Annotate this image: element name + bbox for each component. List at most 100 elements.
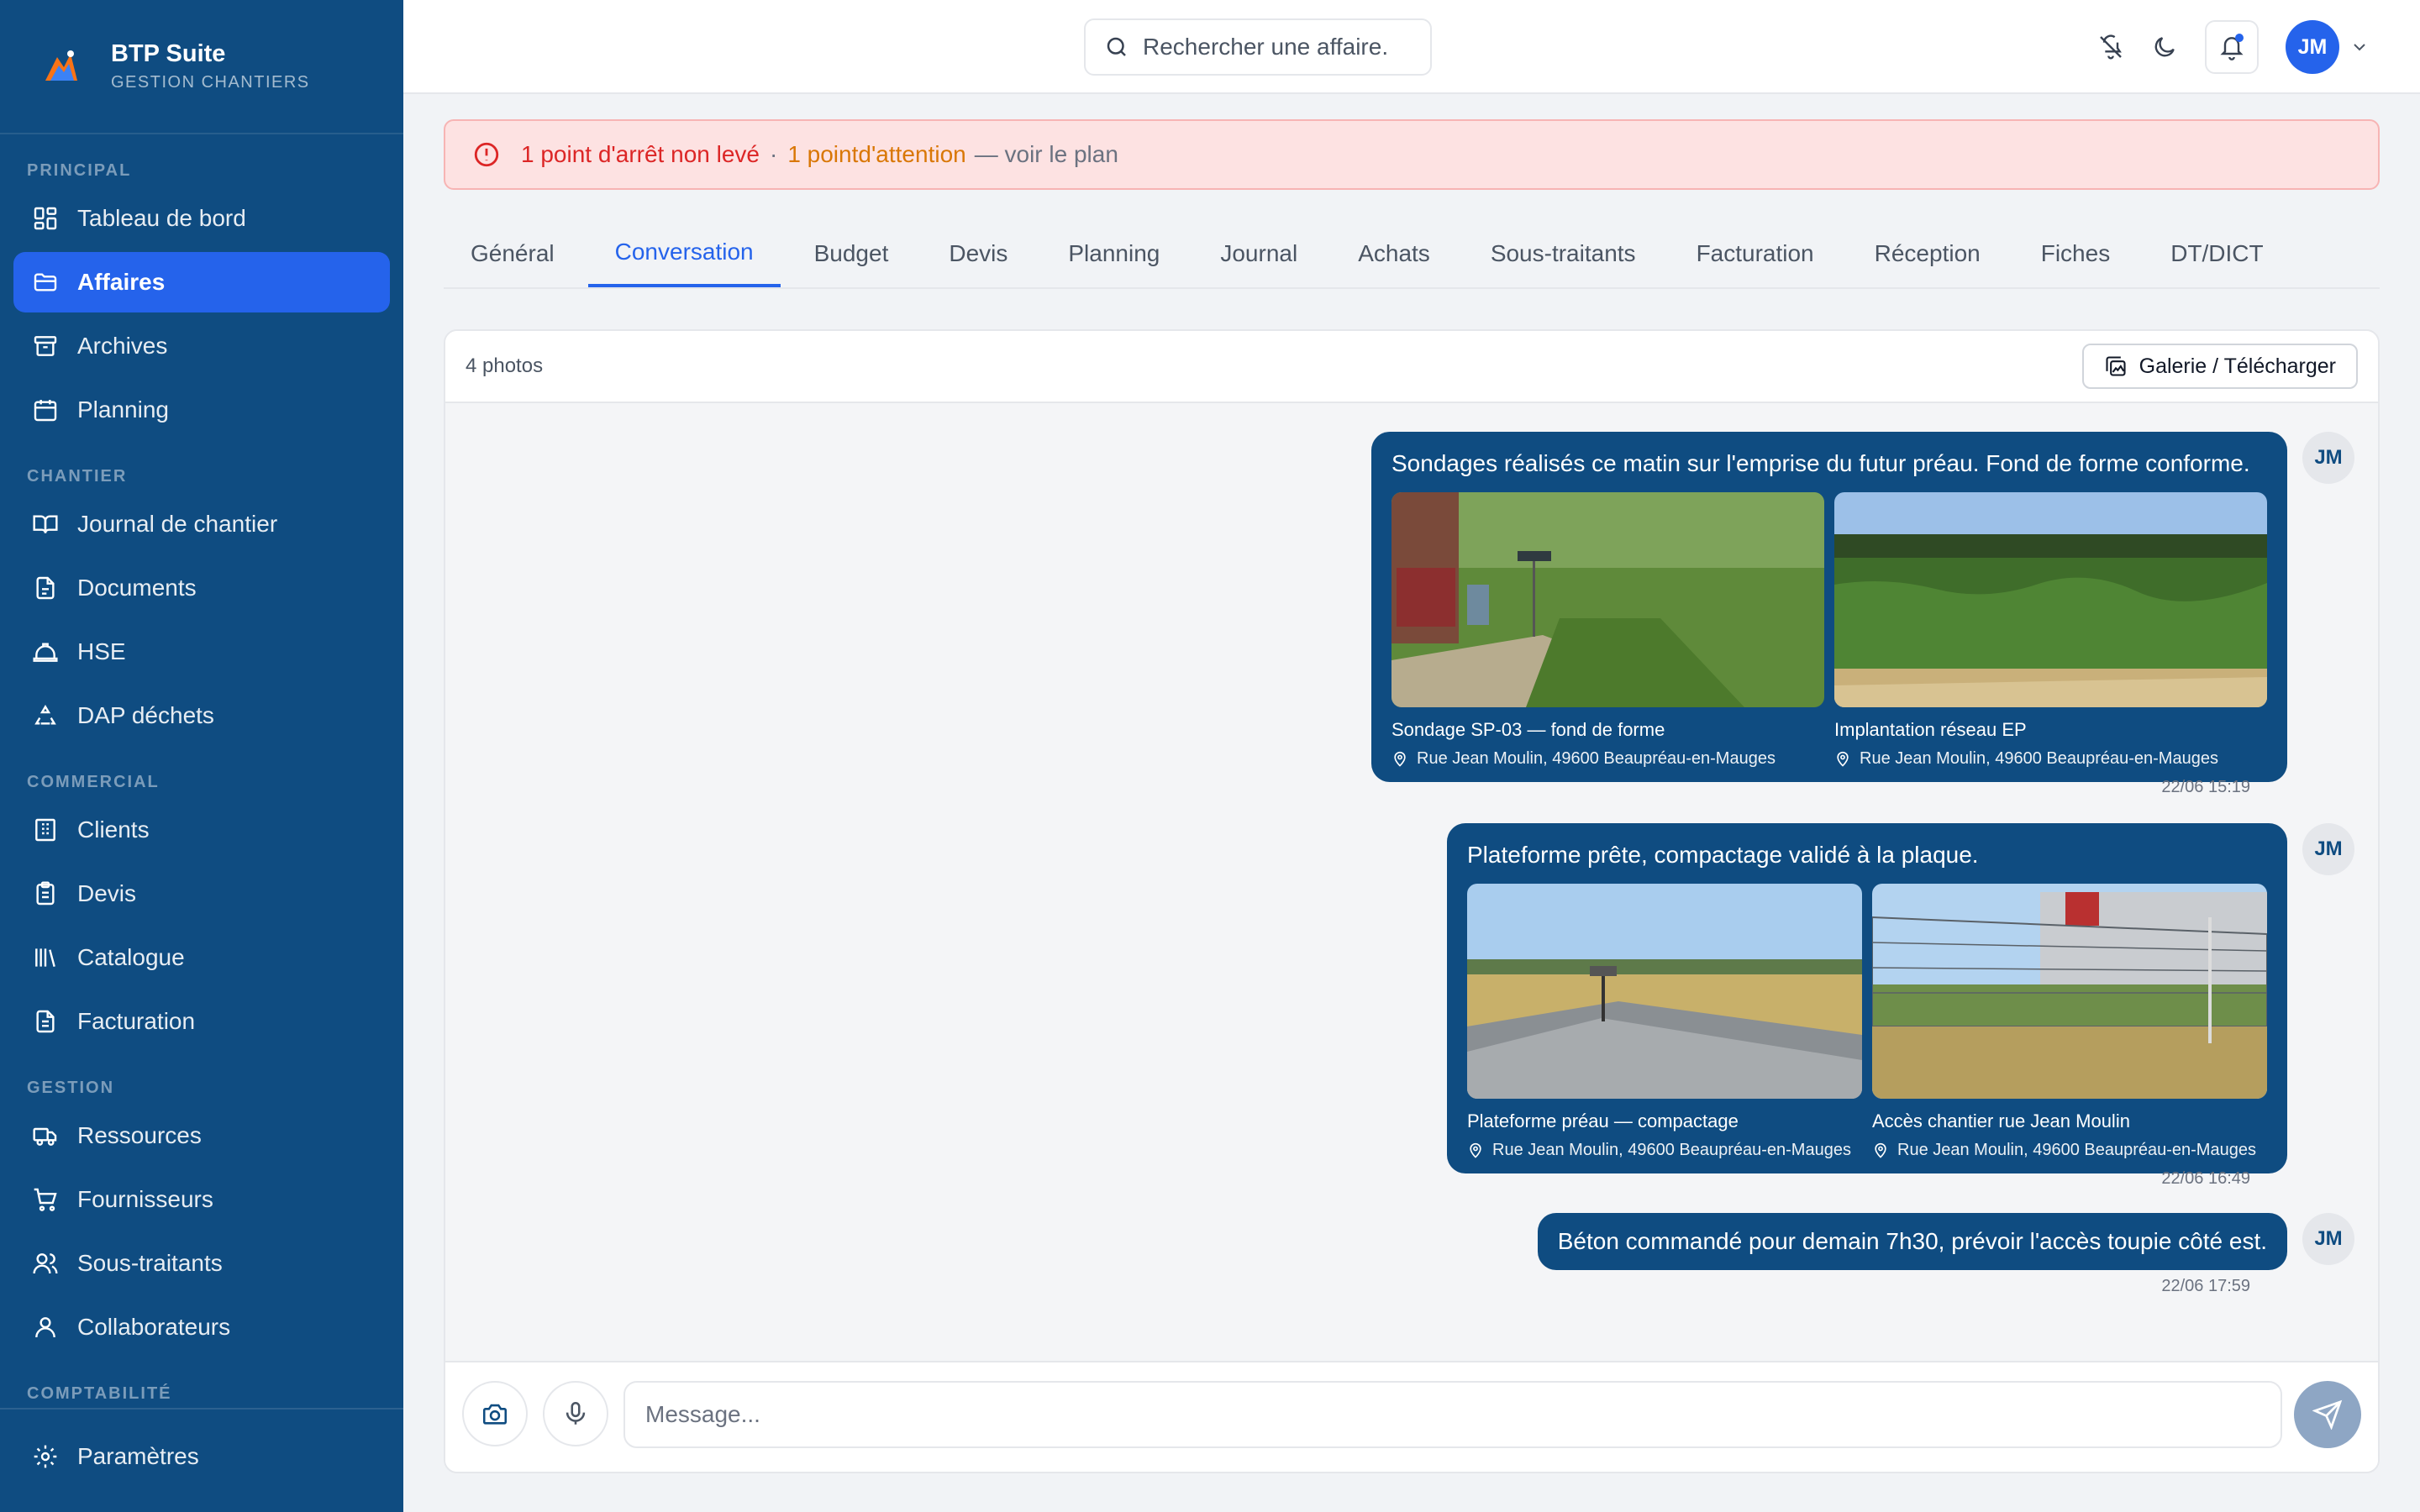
gallery-download-label: Galerie / Télécharger [2139, 354, 2336, 378]
mute-notifications-button[interactable] [2084, 20, 2138, 74]
photo-location-text: Rue Jean Moulin, 49600 Beaupréau-en-Maug… [1417, 749, 1776, 768]
tab-general[interactable]: Général [444, 220, 581, 287]
bell-off-icon [2100, 34, 2122, 60]
photo-card[interactable]: Accès chantier rue Jean Moulin Rue Jean … [1872, 884, 2267, 1160]
microphone-icon [566, 1401, 586, 1425]
photo-card[interactable]: Sondage SP-03 — fond de forme Rue Jean M… [1392, 492, 1824, 769]
nav-section-commercial: COMMERCIAL [27, 773, 160, 791]
dashboard-icon [34, 207, 57, 230]
photo-thumbnail[interactable] [1392, 492, 1824, 707]
sidebar-item-tableau-de-bord[interactable]: Tableau de bord [13, 188, 390, 249]
notifications-button[interactable] [2205, 20, 2259, 74]
gallery-icon [2106, 356, 2126, 376]
photo-caption: Plateforme préau — compactage [1467, 1110, 1739, 1131]
sidebar-item-sous-traitants[interactable]: Sous-traitants [13, 1233, 390, 1294]
photo-location-text: Rue Jean Moulin, 49600 Beaupréau-en-Maug… [1860, 749, 2218, 768]
gear-icon [34, 1445, 57, 1468]
photo-card[interactable]: Plateforme préau — compactage Rue Jean M… [1467, 884, 1862, 1160]
user-avatar[interactable]: JM [2286, 20, 2339, 74]
sidebar-item-affaires[interactable]: Affaires [13, 252, 390, 312]
sidebar-item-clients[interactable]: Clients [13, 800, 390, 860]
camera-button[interactable] [462, 1381, 528, 1446]
archive-icon [34, 336, 57, 356]
chevron-down-icon[interactable] [2349, 37, 2370, 57]
tab-budget[interactable]: Budget [787, 220, 916, 287]
truck-icon [33, 1127, 57, 1146]
conversation-header: 4 photos Galerie / Télécharger [445, 331, 2378, 403]
search-input[interactable] [1143, 34, 1412, 60]
library-icon [35, 948, 55, 967]
tab-reception[interactable]: Réception [1848, 220, 2007, 287]
photo-thumbnail[interactable] [1467, 884, 1862, 1099]
photo-card[interactable]: Implantation réseau EP Rue Jean Moulin, … [1834, 492, 2267, 769]
sidebar-item-documents[interactable]: Documents [13, 558, 390, 618]
message-bubble: Sondages réalisés ce matin sur l'emprise… [1371, 432, 2287, 782]
sidebar-item-fournisseurs[interactable]: Fournisseurs [13, 1169, 390, 1230]
message-timestamp: 22/06 17:59 [2161, 1277, 2250, 1295]
tab-devis[interactable]: Devis [922, 220, 1034, 287]
message-photos: Plateforme préau — compactage Rue Jean M… [1467, 884, 2267, 1160]
sidebar-item-facturation[interactable]: Facturation [13, 991, 390, 1052]
photo-caption: Sondage SP-03 — fond de forme [1392, 719, 1665, 740]
alert-plan-link[interactable]: — voir le plan [975, 141, 1118, 168]
tab-facturation[interactable]: Facturation [1670, 220, 1841, 287]
hard-hat-icon [33, 643, 58, 662]
message-input[interactable] [623, 1381, 2282, 1448]
sidebar-item-label: Facturation [77, 1008, 196, 1034]
search-box[interactable] [1084, 18, 1432, 76]
sidebar-item-hse[interactable]: HSE [13, 622, 390, 682]
sidebar-item-ressources[interactable]: Ressources [13, 1105, 390, 1166]
sidebar-item-label: HSE [77, 638, 126, 664]
message-text: Plateforme prête, compactage validé à la… [1467, 842, 1979, 868]
brand-logo-icon [45, 50, 77, 81]
sidebar-item-label: Clients [77, 816, 150, 843]
microphone-button[interactable] [543, 1381, 608, 1446]
tab-bar: Général Conversation Budget Devis Planni… [444, 220, 2380, 289]
photo-caption: Implantation réseau EP [1834, 719, 2027, 740]
alert-banner: 1 point d'arrêt non levé · 1 pointd'atte… [444, 119, 2380, 190]
sidebar-item-label: Fournisseurs [77, 1186, 213, 1212]
conversation-panel: 4 photos Galerie / Télécharger Sondages … [444, 329, 2380, 1473]
send-button[interactable] [2294, 1381, 2361, 1448]
sidebar-item-dap-dechets[interactable]: DAP déchets [13, 685, 390, 746]
moon-icon [2154, 37, 2175, 57]
tab-planning[interactable]: Planning [1041, 220, 1186, 287]
tab-journal[interactable]: Journal [1193, 220, 1324, 287]
sidebar: BTP Suite GESTION CHANTIERS PRINCIPAL Ta… [0, 0, 403, 1512]
message-author-avatar: JM [2302, 823, 2354, 875]
sidebar-item-planning[interactable]: Planning [13, 380, 390, 440]
alert-stop-points: 1 point d'arrêt non levé [521, 141, 760, 167]
tab-dt-dict[interactable]: DT/DICT [2144, 220, 2290, 287]
sidebar-item-collaborateurs[interactable]: Collaborateurs [13, 1297, 390, 1357]
photo-count: 4 photos [466, 354, 544, 377]
users-icon [33, 1253, 58, 1274]
clipboard-icon [36, 881, 55, 906]
map-pin-icon [1470, 1142, 1481, 1158]
map-pin-icon [1875, 1142, 1886, 1158]
gallery-download-button[interactable]: Galerie / Télécharger [2081, 344, 2358, 389]
photo-thumbnail[interactable] [1834, 492, 2267, 707]
sidebar-item-archives[interactable]: Archives [13, 316, 390, 376]
sidebar-item-catalogue[interactable]: Catalogue [13, 927, 390, 988]
sidebar-item-parametres[interactable]: Paramètres [13, 1426, 390, 1487]
photo-thumbnail[interactable] [1872, 884, 2267, 1099]
message-bubble: Plateforme prête, compactage validé à la… [1447, 823, 2287, 1173]
sidebar-item-label: Archives [77, 333, 168, 359]
map-pin-icon [1837, 751, 1849, 767]
tab-sous-traitants[interactable]: Sous-traitants [1464, 220, 1663, 287]
receipt-icon [36, 1010, 55, 1033]
message-text: Béton commandé pour demain 7h30, prévoir… [1557, 1228, 2267, 1254]
tab-conversation[interactable]: Conversation [587, 220, 781, 287]
sidebar-item-label: Paramètres [77, 1443, 199, 1469]
message-author-avatar: JM [2302, 432, 2354, 484]
sidebar-item-label: Affaires [77, 269, 166, 295]
dark-mode-toggle[interactable] [2138, 20, 2191, 74]
sidebar-item-label: Sous-traitants [77, 1250, 223, 1276]
sidebar-item-devis[interactable]: Devis [13, 864, 390, 924]
sidebar-item-journal[interactable]: Journal de chantier [13, 494, 390, 554]
sidebar-item-label: Documents [77, 575, 197, 601]
message-text: Sondages réalisés ce matin sur l'emprise… [1392, 450, 2250, 476]
brand[interactable]: BTP Suite GESTION CHANTIERS [0, 0, 403, 134]
tab-achats[interactable]: Achats [1331, 220, 1457, 287]
tab-fiches[interactable]: Fiches [2014, 220, 2137, 287]
